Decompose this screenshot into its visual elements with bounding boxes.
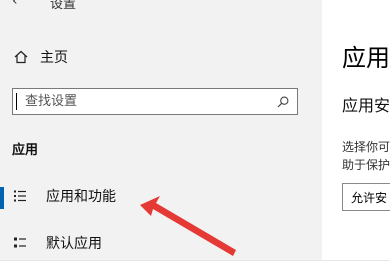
apps-list-icon (14, 190, 26, 202)
content-pane: 应用和 应用安 选择你可 助于保护 允许安 (322, 0, 390, 260)
selection-indicator (0, 187, 4, 209)
window-title: 设置 (50, 0, 77, 12)
sidebar-item-default-apps[interactable]: 默认应用 (0, 225, 322, 261)
description-line: 选择你可 (342, 140, 390, 154)
install-source-select[interactable]: 允许安 (342, 183, 390, 211)
home-icon (14, 50, 28, 64)
back-arrow-icon[interactable]: ‹ (12, 0, 18, 8)
section-header-apps: 应用 (12, 143, 39, 158)
sidebar-item-label: 主页 (40, 50, 68, 66)
search-box[interactable] (12, 88, 298, 115)
search-icon[interactable] (277, 96, 289, 108)
section-title: 应用安 (342, 96, 390, 115)
description-line: 助于保护 (342, 158, 390, 172)
text-caret (16, 93, 17, 110)
sidebar-item-home[interactable]: 主页 (14, 46, 68, 68)
description-text: 选择你可 助于保护 (342, 138, 390, 174)
title-bar: ‹ (12, 0, 18, 9)
sidebar: ‹ 设置 主页 应用 应用和功能 (0, 0, 322, 260)
default-apps-icon (14, 237, 26, 248)
sidebar-item-apps-features[interactable]: 应用和功能 (0, 178, 322, 214)
sidebar-item-label: 应用和功能 (46, 189, 116, 205)
sidebar-item-label: 默认应用 (46, 236, 102, 252)
search-input[interactable] (23, 93, 267, 110)
page-title: 应用和 (342, 44, 390, 72)
